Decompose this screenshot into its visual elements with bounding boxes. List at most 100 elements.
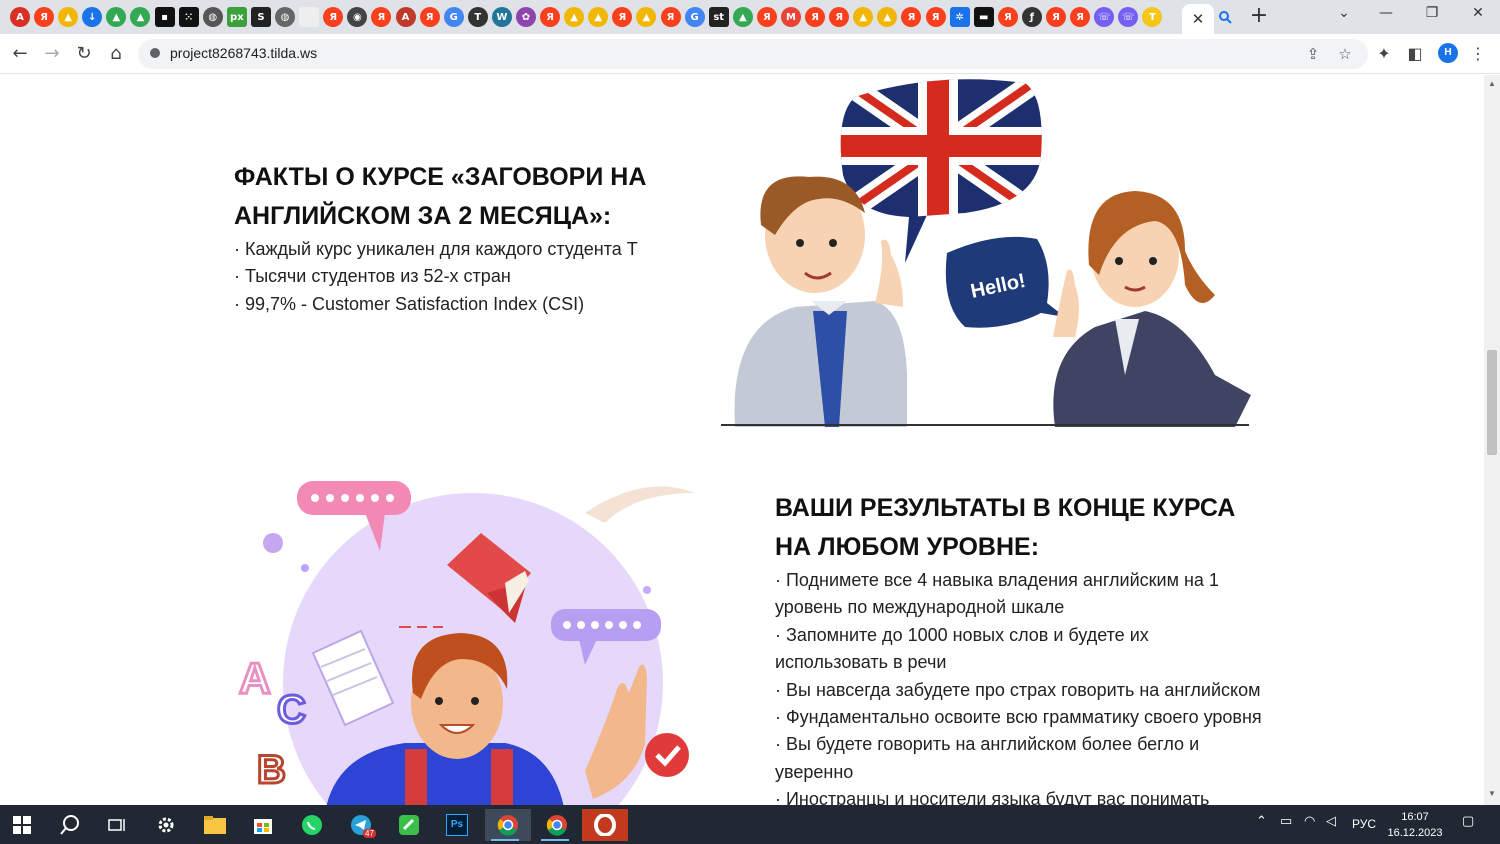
dice-icon[interactable]: ⁙ xyxy=(178,7,199,27)
menu-icon[interactable]: ⋮ xyxy=(1466,42,1490,66)
address-bar[interactable]: project8268743.tilda.ws ⇪ ☆ xyxy=(138,39,1368,69)
reload-button[interactable]: ↻ xyxy=(72,42,96,66)
home-button[interactable]: ⌂ xyxy=(104,42,128,66)
google-icon[interactable]: G xyxy=(443,7,464,27)
wifi-icon[interactable]: ◠ xyxy=(1304,813,1315,829)
drive-icon[interactable]: ▲ xyxy=(106,7,127,27)
drive-icon[interactable]: ▲ xyxy=(130,7,151,27)
chrome-icon[interactable] xyxy=(485,809,531,841)
photoshop-icon[interactable]: Ps xyxy=(437,809,477,841)
scroll-up-icon[interactable]: ▲ xyxy=(1488,79,1496,88)
language-indicator[interactable]: РУС xyxy=(1352,817,1376,831)
yandex-icon[interactable]: Я xyxy=(901,7,922,27)
google-icon[interactable]: G xyxy=(684,7,705,27)
yandex-icon[interactable]: Я xyxy=(323,7,344,27)
green-app-icon[interactable] xyxy=(389,809,429,841)
battery-icon[interactable]: ▭ xyxy=(1280,813,1292,829)
url-text[interactable]: project8268743.tilda.ws xyxy=(170,45,317,61)
s-icon[interactable]: S xyxy=(250,7,271,27)
yandex-icon[interactable]: Я xyxy=(540,7,561,27)
yandex-icon[interactable]: Я xyxy=(756,7,777,27)
yandex-icon[interactable]: Я xyxy=(660,7,681,27)
results-item: · Фундаментально освоите всю грамматику … xyxy=(775,707,1262,728)
bookmark-star-icon[interactable]: ☆ xyxy=(1336,45,1354,63)
black-square-icon[interactable]: ▪ xyxy=(154,7,175,27)
mountain-icon[interactable]: ▲ xyxy=(877,7,898,27)
yellow-t-icon[interactable]: T xyxy=(1142,7,1163,27)
t-circle-icon[interactable]: T xyxy=(467,7,488,27)
close-tab-icon[interactable]: ✕ xyxy=(1192,10,1205,28)
tray-chevron-icon[interactable]: ⌃ xyxy=(1256,813,1267,829)
restore-button[interactable]: ❐ xyxy=(1420,5,1444,27)
tab-list-chevron-icon[interactable]: ⌄ xyxy=(1332,5,1356,27)
telegram-icon[interactable]: 47 xyxy=(341,809,381,841)
facts-item: · 99,7% - Customer Satisfaction Index (C… xyxy=(234,293,585,314)
viber-icon[interactable]: ☏ xyxy=(1118,7,1139,27)
tab-search-icon[interactable] xyxy=(1216,8,1234,26)
terminal-icon[interactable]: ▬ xyxy=(973,7,994,27)
volume-icon[interactable]: ◁ xyxy=(1326,813,1336,829)
yandex-icon[interactable]: Я xyxy=(805,7,826,27)
task-view-icon[interactable] xyxy=(97,809,137,841)
back-button[interactable]: ← xyxy=(8,42,32,66)
settings-gear-icon[interactable] xyxy=(146,809,186,841)
script-f-icon[interactable]: ƒ xyxy=(1021,7,1042,27)
profile-avatar[interactable]: H xyxy=(1438,43,1458,63)
results-list: · Поднимете все 4 навыка владения англий… xyxy=(775,567,1265,805)
letter-a: A xyxy=(239,654,271,703)
close-window-button[interactable]: ✕ xyxy=(1466,5,1490,27)
side-panel-icon[interactable]: ◧ xyxy=(1403,42,1427,66)
scroll-thumb[interactable] xyxy=(1487,350,1497,455)
yandex-icon[interactable]: Я xyxy=(612,7,633,27)
ab-icon[interactable]: A xyxy=(10,7,30,27)
viber-icon[interactable]: ☏ xyxy=(1094,7,1115,27)
extensions-icon[interactable]: ✦ xyxy=(1372,42,1396,66)
clock-date: 16.12.2023 xyxy=(1387,827,1443,839)
chrome-icon[interactable] xyxy=(535,809,579,841)
whatsapp-icon[interactable] xyxy=(292,809,332,841)
yandex-icon[interactable]: Я xyxy=(829,7,850,27)
yandex-icon[interactable]: Я xyxy=(997,7,1018,27)
page-viewport: ФАКТЫ О КУРСЕ «ЗАГОВОРИ НА АНГЛИЙСКОМ ЗА… xyxy=(0,75,1484,805)
mountain-icon[interactable]: ▲ xyxy=(564,7,585,27)
site-info-icon[interactable] xyxy=(148,46,162,60)
new-tab-button[interactable]: + xyxy=(1248,5,1270,28)
panda-icon[interactable]: ◉ xyxy=(347,7,368,27)
yandex-icon[interactable]: Я xyxy=(1070,7,1091,27)
mountain-icon[interactable]: ▲ xyxy=(58,7,79,27)
st-icon[interactable]: st xyxy=(708,7,729,27)
search-icon[interactable] xyxy=(50,809,90,841)
wordpress-icon[interactable]: W xyxy=(491,7,512,27)
page-scrollbar[interactable]: ▲ ▼ xyxy=(1484,75,1500,805)
running-app-underline xyxy=(541,839,569,841)
share-icon[interactable]: ⇪ xyxy=(1304,45,1322,63)
yandex-icon[interactable]: Я xyxy=(34,7,55,27)
globe-icon[interactable]: ◍ xyxy=(275,7,296,27)
download-icon[interactable]: ↓ xyxy=(82,7,103,27)
file-explorer-icon[interactable] xyxy=(195,809,235,841)
yandex-icon[interactable]: Я xyxy=(419,7,440,27)
brain-icon[interactable]: ✿ xyxy=(515,7,536,27)
forward-button[interactable]: → xyxy=(40,42,64,66)
yandex-icon[interactable]: Я xyxy=(925,7,946,27)
opera-icon[interactable] xyxy=(582,809,628,841)
minimize-button[interactable]: — xyxy=(1374,5,1398,27)
drive-icon[interactable]: ▲ xyxy=(732,7,753,27)
windows-start-icon[interactable] xyxy=(2,809,42,841)
scroll-down-icon[interactable]: ▼ xyxy=(1488,789,1496,798)
blank-icon[interactable] xyxy=(299,7,320,27)
mountain-icon[interactable]: ▲ xyxy=(588,7,609,27)
gmail-icon[interactable]: M xyxy=(781,7,801,27)
store-icon[interactable] xyxy=(243,809,283,841)
yandex-icon[interactable]: Я xyxy=(371,7,392,27)
active-tab[interactable]: ✕ xyxy=(1182,4,1214,34)
clock[interactable]: 16:07 16.12.2023 xyxy=(1384,809,1446,841)
mountain-icon[interactable]: ▲ xyxy=(636,7,657,27)
mountain-icon[interactable]: ▲ xyxy=(853,7,874,27)
globe-icon[interactable]: ◍ xyxy=(202,7,223,27)
gear-icon[interactable]: ✲ xyxy=(949,7,970,27)
ab-icon[interactable]: A xyxy=(395,7,416,27)
px-icon[interactable]: px xyxy=(226,7,247,27)
yandex-icon[interactable]: Я xyxy=(1046,7,1067,27)
notifications-icon[interactable]: ▢ xyxy=(1462,813,1474,829)
